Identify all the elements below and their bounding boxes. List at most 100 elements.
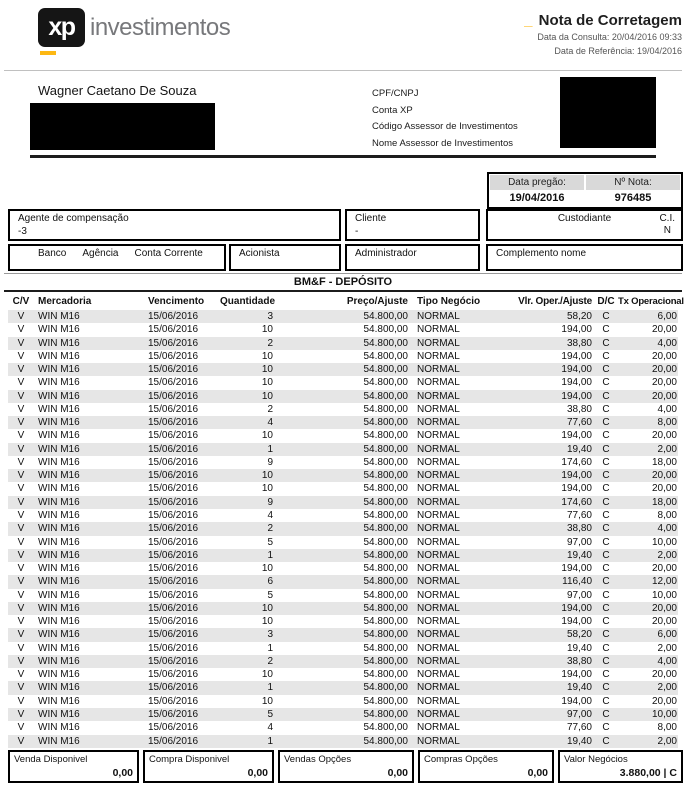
data-pregao-value: 19/04/2016 [509, 192, 565, 204]
table-cell: NORMAL [417, 549, 460, 561]
table-cell: C [602, 417, 610, 429]
column-header: Vlr. Oper./Ajuste [518, 296, 592, 307]
table-row: V WIN M16 15/06/2016 10 54.800,00 NORMAL 194,0… [8, 363, 678, 377]
redacted-address-box [30, 103, 215, 150]
table-cell: 15/06/2016 [148, 350, 199, 362]
table-row: V WIN M16 15/06/2016 5 54.800,00 NORMAL 97,00 C… [8, 589, 678, 602]
table-cell: 15/06/2016 [148, 602, 199, 614]
table-cell: C [602, 523, 610, 535]
nota-de-corretagem-page: xp investimentos _ Nota de Corretagem Da… [0, 0, 686, 789]
table-cell: C [602, 337, 610, 349]
summary-box-value: 3.880,00 | C [619, 767, 677, 779]
table-cell: 4,00 [657, 655, 677, 667]
table-row: V WIN M16 15/06/2016 2 54.800,00 NORMAL 38,80 C… [8, 403, 678, 416]
data-pregao-label: Data pregão: [490, 175, 584, 190]
table-cell: NORMAL [417, 350, 460, 362]
table-cell: WIN M16 [38, 735, 80, 747]
table-cell: 54.800,00 [363, 682, 409, 694]
table-cell: NORMAL [417, 629, 460, 641]
client-field-labels: CPF/CNPJ Conta XP Código Assessor de Inves… [372, 86, 518, 152]
section-top-line [4, 273, 682, 274]
table-cell: NORMAL [417, 430, 460, 442]
table-cell: 54.800,00 [363, 642, 409, 654]
table-cell: WIN M16 [38, 682, 80, 694]
table-cell: 15/06/2016 [148, 629, 199, 641]
table-cell: 194,00 [561, 350, 592, 362]
table-cell: 15/06/2016 [148, 563, 199, 575]
table-cell: 9 [267, 496, 273, 508]
table-cell: 10 [261, 350, 273, 362]
ci-label: C.I. [659, 213, 675, 224]
table-cell: 19,40 [566, 642, 592, 654]
table-cell: 15/06/2016 [148, 695, 199, 707]
table-cell: C [602, 669, 610, 681]
table-cell: V [17, 417, 25, 429]
table-cell: 15/06/2016 [148, 324, 199, 336]
table-cell: V [17, 377, 25, 389]
table-cell: V [17, 337, 25, 349]
table-cell: 54.800,00 [363, 722, 409, 734]
table-cell: WIN M16 [38, 483, 80, 495]
table-cell: 4 [267, 417, 273, 429]
table-cell: WIN M16 [38, 708, 80, 720]
table-cell: WIN M16 [38, 430, 80, 442]
table-cell: WIN M16 [38, 616, 80, 628]
table-cell: WIN M16 [38, 496, 80, 508]
table-cell: 2,00 [657, 549, 677, 561]
table-cell: NORMAL [417, 722, 460, 734]
table-cell: 3 [267, 629, 273, 641]
table-row: V WIN M16 15/06/2016 10 54.800,00 NORMAL 194,0… [8, 695, 678, 708]
table-cell: 10 [261, 390, 273, 402]
table-cell: NORMAL [417, 708, 460, 720]
table-cell: 20,00 [651, 470, 677, 482]
table-row: V WIN M16 15/06/2016 2 54.800,00 NORMAL 38,80 C… [8, 336, 678, 350]
table-cell: 5 [267, 589, 273, 601]
numero-nota-label: Nº Nota: [586, 175, 680, 190]
client-name: Wagner Caetano De Souza [38, 83, 197, 98]
table-cell: NORMAL [417, 616, 460, 628]
table-row: V WIN M16 15/06/2016 10 54.800,00 NORMAL 194,0… [8, 668, 678, 681]
table-cell: 10 [261, 563, 273, 575]
table-cell: V [17, 456, 25, 468]
redacted-id-box [560, 77, 656, 148]
table-cell: 2,00 [657, 735, 677, 747]
agente-compensacao-box: Agente de compensação -3 [8, 209, 341, 241]
table-cell: 54.800,00 [363, 483, 409, 495]
table-cell: 20,00 [651, 390, 677, 402]
table-cell: 77,60 [566, 417, 592, 429]
table-cell: 2 [267, 403, 273, 415]
column-header: C/V [12, 296, 30, 307]
table-row: V WIN M16 15/06/2016 6 54.800,00 NORMAL 116,40… [8, 575, 678, 589]
table-cell: 10 [261, 377, 273, 389]
table-cell: WIN M16 [38, 642, 80, 654]
table-cell: 6,00 [657, 629, 677, 641]
table-cell: 194,00 [561, 377, 592, 389]
table-cell: NORMAL [417, 470, 460, 482]
table-cell: NORMAL [417, 364, 460, 376]
table-row: V WIN M16 15/06/2016 10 54.800,00 NORMAL 194,0… [8, 350, 678, 363]
table-cell: 54.800,00 [363, 390, 409, 402]
table-cell: 174,60 [561, 456, 592, 468]
table-cell: C [602, 403, 610, 415]
client-field-label-3: Nome Assessor de Investimentos [372, 137, 513, 149]
table-cell: V [17, 443, 25, 455]
table-cell: 15/06/2016 [148, 377, 199, 389]
table-cell: C [602, 695, 610, 707]
summary-box-0: Venda Disponivel 0,00 [8, 750, 139, 783]
table-row: V WIN M16 15/06/2016 10 54.800,00 NORMAL 194,0… [8, 429, 678, 442]
table-cell: WIN M16 [38, 523, 80, 535]
table-cell: 1 [267, 682, 273, 694]
table-cell: C [602, 377, 610, 389]
table-cell: V [17, 589, 25, 601]
table-cell: NORMAL [417, 483, 460, 495]
acionista-box: Acionista [229, 244, 341, 271]
table-cell: 194,00 [561, 695, 592, 707]
table-row: V WIN M16 15/06/2016 3 54.800,00 NORMAL 58,20 C… [8, 310, 678, 324]
summary-footer: Venda Disponivel 0,00 Compra Disponivel 0,0… [0, 750, 686, 783]
table-cell: 20,00 [651, 695, 677, 707]
table-cell: C [602, 470, 610, 482]
administrador-label: Administrador [355, 248, 417, 259]
table-cell: WIN M16 [38, 364, 80, 376]
table-cell: 194,00 [561, 430, 592, 442]
table-cell: 194,00 [561, 324, 592, 336]
